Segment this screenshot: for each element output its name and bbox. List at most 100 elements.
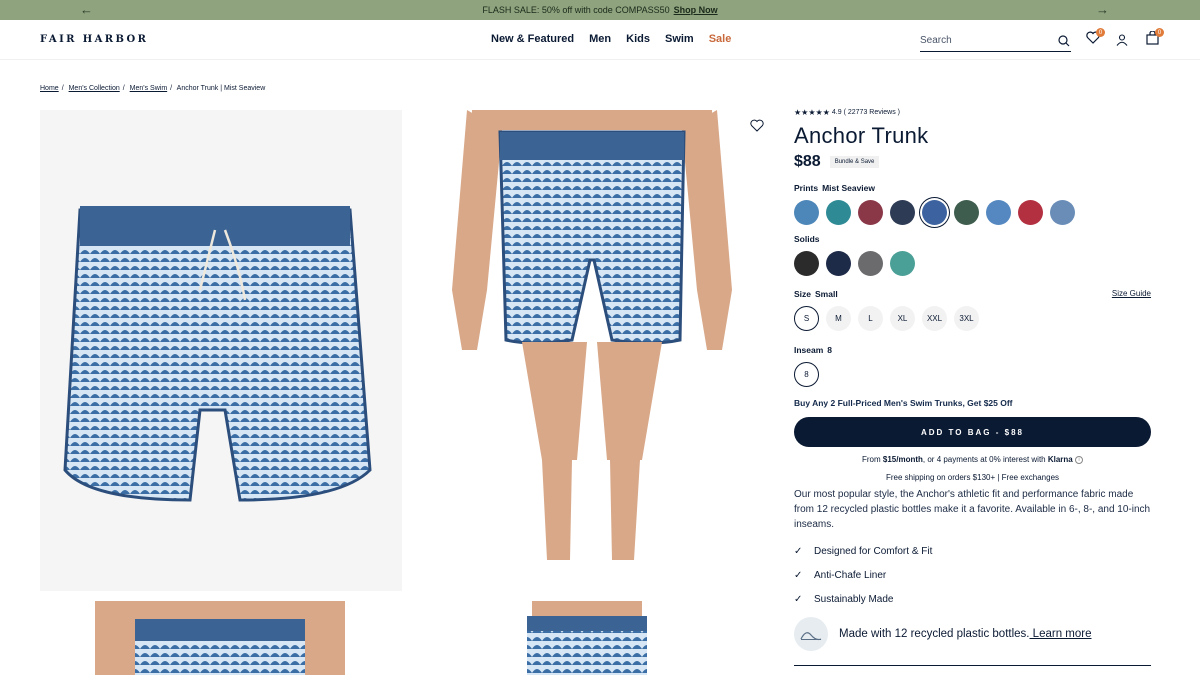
bundle-badge[interactable]: Bundle & Save [829, 156, 880, 168]
feature-item: ✓ Sustainably Made [794, 587, 1151, 611]
promo-bar: ← FLASH SALE: 50% off with code COMPASS5… [0, 0, 1200, 20]
inseam-option[interactable]: 8 [794, 362, 819, 387]
rating-value: 4.9 [831, 109, 842, 116]
breadcrumb-home[interactable]: Home [40, 85, 59, 92]
solid-swatch[interactable] [858, 251, 883, 276]
info-icon[interactable]: i [1075, 455, 1083, 464]
print-swatch[interactable] [794, 200, 819, 225]
check-icon: ✓ [794, 593, 803, 605]
size-label: Size [794, 289, 812, 299]
product-image-model-close[interactable] [40, 601, 402, 675]
model-front-image [412, 110, 774, 591]
learn-more-link[interactable]: Learn more [1029, 628, 1092, 640]
product-image-model-side[interactable] [412, 601, 774, 675]
wave-icon [794, 617, 828, 651]
prints-label-text: Prints [794, 183, 819, 193]
model-close-image [40, 601, 402, 675]
solids-label: Solids [794, 234, 820, 244]
feature-item: ✓ Anti-Chafe Liner [794, 563, 1151, 587]
bundle-promo: Buy Any 2 Full-Priced Men's Swim Trunks,… [794, 398, 1013, 408]
print-swatch[interactable] [1050, 200, 1075, 225]
heart-icon[interactable] [750, 119, 764, 132]
wishlist-count: 0 [1096, 28, 1105, 37]
size-option[interactable]: XXL [922, 306, 947, 331]
print-swatch[interactable] [1018, 200, 1043, 225]
logo[interactable]: FAIR HARBOR [40, 34, 148, 45]
size-guide-link[interactable]: Size Guide [1112, 289, 1151, 298]
promo-link[interactable]: Shop Now [674, 5, 718, 15]
breadcrumb-current: Anchor Trunk | Mist Seaview [176, 85, 266, 92]
wishlist-button[interactable]: 0 [1086, 28, 1105, 49]
nav-men[interactable]: Men [589, 33, 611, 45]
size-options: S M L XL XXL 3XL [794, 306, 1151, 331]
print-swatch[interactable] [922, 200, 947, 225]
product-info: ★★★★★ 4.9 ( 22773 Reviews ) Anchor Trunk… [794, 108, 1151, 651]
inseam-label-row: Inseam 8 [794, 345, 1151, 355]
cart-button[interactable]: 0 [1146, 28, 1164, 50]
prints-label: Prints Mist Seaview [794, 183, 1151, 193]
rating[interactable]: ★★★★★ 4.9 ( 22773 Reviews ) [794, 108, 1151, 117]
solid-swatches [794, 251, 1151, 276]
print-swatches [794, 200, 1151, 225]
feature-text: Designed for Comfort & Fit [814, 545, 933, 557]
solid-swatch[interactable] [794, 251, 819, 276]
solid-swatch[interactable] [890, 251, 915, 276]
feature-list: ✓ Designed for Comfort & Fit ✓ Anti-Chafe … [794, 539, 1151, 611]
solid-swatch[interactable] [826, 251, 851, 276]
shorts-flat-image [63, 206, 372, 502]
product-image-model-front[interactable] [412, 110, 774, 591]
breadcrumb: Home / Men's Collection / Men's Swim / Anch… [40, 85, 266, 92]
feature-text: Anti-Chafe Liner [814, 569, 887, 581]
print-swatch[interactable] [858, 200, 883, 225]
check-icon: ✓ [794, 545, 803, 557]
account-button[interactable] [1116, 33, 1128, 51]
search-bar [920, 30, 1071, 52]
check-icon: ✓ [794, 569, 803, 581]
review-count: ( 22773 Reviews ) [843, 109, 901, 116]
cart-count: 0 [1155, 28, 1164, 37]
breadcrumb-mens-collection[interactable]: Men's Collection [69, 85, 120, 92]
size-selected: Small [815, 289, 838, 299]
klarna-brand: Klarna [1047, 455, 1073, 464]
inseam-label: Inseam [794, 345, 824, 355]
nav-kids[interactable]: Kids [626, 33, 650, 45]
product-description: Our most popular style, the Anchor's ath… [794, 489, 1151, 530]
nav-sale[interactable]: Sale [709, 33, 732, 45]
arrow-right-icon[interactable]: → [1096, 2, 1109, 17]
site-header: FAIR HARBOR New & Featured Men Kids Swim… [0, 20, 1200, 60]
product-image-flat[interactable] [40, 110, 402, 591]
search-icon[interactable] [1058, 34, 1070, 47]
product-title: Anchor Trunk [794, 123, 929, 148]
search-input[interactable] [920, 35, 1050, 46]
shipping-info: Free shipping on orders $130+ | Free exc… [885, 473, 1060, 482]
print-swatch[interactable] [954, 200, 979, 225]
nav-new-featured[interactable]: New & Featured [491, 33, 574, 45]
arrow-left-icon[interactable]: ← [80, 2, 93, 17]
inseam-options: 8 [794, 362, 1151, 387]
klarna-post: , or 4 payments at 0% interest with [922, 455, 1048, 464]
nav-swim[interactable]: Swim [665, 33, 694, 45]
size-option[interactable]: XL [890, 306, 915, 331]
size-label-row: Size Small Size Guide [794, 289, 1151, 299]
inseam-selected: 8 [827, 345, 833, 355]
divider [794, 665, 1151, 666]
product-price: $88 [794, 153, 821, 170]
print-swatch[interactable] [826, 200, 851, 225]
size-option[interactable]: S [794, 306, 819, 331]
prints-selected: Mist Seaview [822, 183, 876, 193]
user-icon [1116, 34, 1128, 46]
recycled-callout: Made with 12 recycled plastic bottles. L… [794, 617, 1151, 651]
model-side-image [412, 601, 774, 675]
size-option[interactable]: M [826, 306, 851, 331]
size-option[interactable]: L [858, 306, 883, 331]
size-option[interactable]: 3XL [954, 306, 979, 331]
klarna-message: From $15/month, or 4 payments at 0% inte… [794, 455, 1151, 464]
promo-text: FLASH SALE: 50% off with code COMPASS50 [482, 5, 670, 15]
print-swatch[interactable] [986, 200, 1011, 225]
klarna-amount: $15/month [882, 455, 923, 464]
star-rating-icon: ★★★★★ [794, 108, 830, 117]
add-to-bag-button[interactable]: ADD TO BAG - $88 [794, 417, 1151, 447]
breadcrumb-mens-swim[interactable]: Men's Swim [130, 85, 168, 92]
print-swatch[interactable] [890, 200, 915, 225]
feature-text: Sustainably Made [814, 593, 894, 605]
